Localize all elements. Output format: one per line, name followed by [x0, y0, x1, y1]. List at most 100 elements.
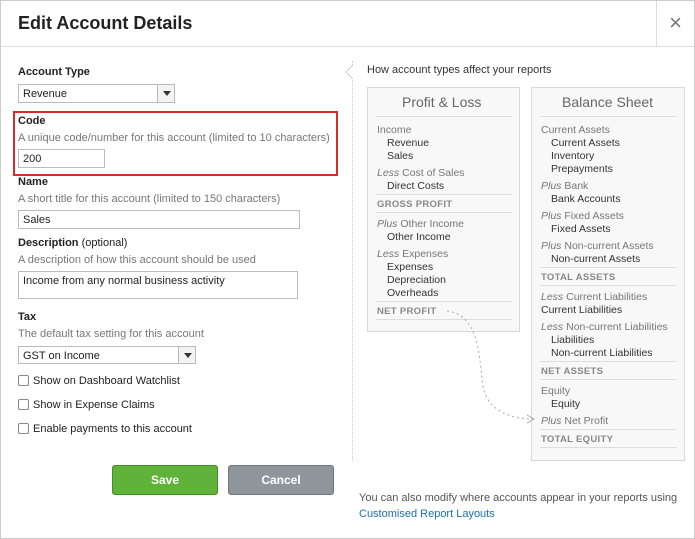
divider	[540, 429, 677, 430]
pl-direct-costs: Direct Costs	[387, 180, 445, 192]
pl-cost-of-sales: Cost of Sales	[402, 167, 465, 179]
footnote-text: You can also modify where accounts appea…	[359, 492, 678, 504]
divider	[540, 447, 677, 448]
pl-other-income-head-text: Other Income	[400, 218, 464, 230]
close-icon[interactable]: ×	[656, 1, 694, 47]
dialog-title: Edit Account Details	[18, 13, 193, 33]
bs-total-equity: TOTAL EQUITY	[541, 434, 614, 445]
pl-title: Profit & Loss	[402, 94, 482, 110]
description-label-text: Description	[18, 237, 79, 249]
save-button[interactable]: Save	[112, 465, 218, 495]
balance-sheet: Balance Sheet Current Assets Current Ass…	[531, 87, 685, 461]
pl-cost-of-sales-head: Less Cost of Sales	[377, 167, 465, 179]
pl-expenses-head: Less Expenses	[377, 248, 448, 260]
name-label: Name	[18, 176, 48, 188]
account-type-label: Account Type	[18, 66, 90, 78]
divider	[376, 212, 512, 213]
bs-net-assets: NET ASSETS	[541, 366, 604, 377]
pl-expenses: Expenses	[387, 261, 434, 273]
profit-loss-sheet: Profit & Loss Income Revenue Sales Less …	[367, 87, 520, 332]
pl-income-head: Income	[377, 124, 412, 136]
bs-noncurrent-liabilities: Non-current Liabilities	[551, 347, 653, 359]
pl-net-profit: NET PROFIT	[377, 306, 437, 317]
name-input[interactable]: Sales	[18, 210, 300, 229]
watchlist-checkbox-row[interactable]: Show on Dashboard Watchlist	[18, 375, 180, 387]
cancel-button[interactable]: Cancel	[228, 465, 334, 495]
bs-equity-head: Equity	[541, 385, 571, 397]
bs-plus-bank: Plus	[541, 180, 562, 192]
divider	[540, 267, 677, 268]
enable-payments-checkbox-label: Enable payments to this account	[33, 423, 192, 435]
divider	[540, 379, 677, 380]
bs-bank-accounts: Bank Accounts	[551, 193, 621, 205]
account-type-value: Revenue	[23, 88, 68, 100]
tax-hint: The default tax setting for this account	[18, 328, 204, 340]
pl-less2: Less	[377, 248, 400, 260]
code-input[interactable]: 200	[18, 149, 105, 168]
description-label: Description (optional)	[18, 237, 127, 249]
watchlist-checkbox-label: Show on Dashboard Watchlist	[33, 375, 180, 387]
tax-label: Tax	[18, 311, 37, 323]
pl-depreciation: Depreciation	[387, 274, 446, 286]
tax-value: GST on Income	[23, 350, 100, 362]
watchlist-checkbox[interactable]	[18, 375, 29, 386]
divider	[376, 116, 512, 117]
bs-net-profit-text: Net Profit	[564, 415, 609, 427]
bs-noncurrent-head: Plus Non-current Assets	[541, 240, 654, 252]
bs-fixed-assets: Fixed Assets	[551, 223, 611, 235]
edit-account-dialog: Edit Account Details × Account Type Reve…	[0, 0, 695, 539]
bs-total-assets: TOTAL ASSETS	[541, 272, 616, 283]
expense-claims-checkbox-row[interactable]: Show in Expense Claims	[18, 399, 155, 411]
code-hint: A unique code/number for this account (l…	[18, 132, 330, 144]
pl-other-income-head: Plus Other Income	[377, 218, 464, 230]
pl-overheads: Overheads	[387, 287, 439, 299]
bs-fixed-head: Plus Fixed Assets	[541, 210, 624, 222]
expense-claims-checkbox-label: Show in Expense Claims	[33, 399, 155, 411]
bs-noncurrent-assets: Non-current Assets	[551, 253, 641, 265]
bs-liabilities: Liabilities	[551, 334, 595, 346]
bs-current-assets: Current Assets	[551, 137, 620, 149]
enable-payments-checkbox-row[interactable]: Enable payments to this account	[18, 423, 192, 435]
divider	[540, 285, 677, 286]
bs-bank-head: Plus Bank	[541, 180, 588, 192]
chevron-down-icon[interactable]	[157, 85, 174, 102]
pl-plus: Plus	[377, 218, 398, 230]
bs-plus-noncurrent: Plus	[541, 240, 562, 252]
bs-less-cl: Less	[541, 291, 564, 303]
bs-current-liabilities: Current Liabilities	[541, 304, 623, 316]
bs-fixed-head-text: Fixed Assets	[564, 210, 624, 222]
bs-noncurrent-head-text: Non-current Assets	[564, 240, 654, 252]
bs-inventory: Inventory	[551, 150, 595, 162]
account-type-select[interactable]: Revenue	[18, 84, 175, 103]
customised-report-layouts-link[interactable]: Customised Report Layouts	[359, 508, 495, 520]
net-profit-connector-arrow	[446, 310, 536, 424]
bs-cl-head-text: Current Liabilities	[566, 291, 648, 303]
bs-equity: Equity	[551, 398, 581, 410]
bs-net-profit-head: Plus Net Profit	[541, 415, 608, 427]
footnote: You can also modify where accounts appea…	[359, 490, 694, 522]
pl-revenue: Revenue	[387, 137, 430, 149]
bs-plus-np: Plus	[541, 415, 562, 427]
bs-cl-head: Less Current Liabilities	[541, 291, 647, 303]
description-hint: A description of how this account should…	[18, 254, 256, 266]
bs-current-assets-head: Current Assets	[541, 124, 610, 136]
bs-less-ncl: Less	[541, 321, 564, 333]
divider	[540, 361, 677, 362]
info-title: How account types affect your reports	[367, 64, 552, 76]
chevron-down-icon[interactable]	[178, 347, 195, 363]
tax-select[interactable]: GST on Income	[18, 346, 196, 364]
bs-bank-head-text: Bank	[564, 180, 589, 192]
panel-divider	[352, 61, 353, 461]
divider	[540, 116, 677, 117]
code-label: Code	[18, 115, 46, 127]
name-hint: A short title for this account (limited …	[18, 193, 281, 205]
pl-expenses-head-text: Expenses	[402, 248, 449, 260]
bs-plus-fixed: Plus	[541, 210, 562, 222]
bs-ncl-head: Less Non-current Liabilities	[541, 321, 668, 333]
divider	[376, 194, 512, 195]
enable-payments-checkbox[interactable]	[18, 423, 29, 434]
pl-less: Less	[377, 167, 400, 179]
description-textarea[interactable]: Income from any normal business activity	[18, 271, 298, 299]
pl-other-income: Other Income	[387, 231, 451, 243]
expense-claims-checkbox[interactable]	[18, 399, 29, 410]
